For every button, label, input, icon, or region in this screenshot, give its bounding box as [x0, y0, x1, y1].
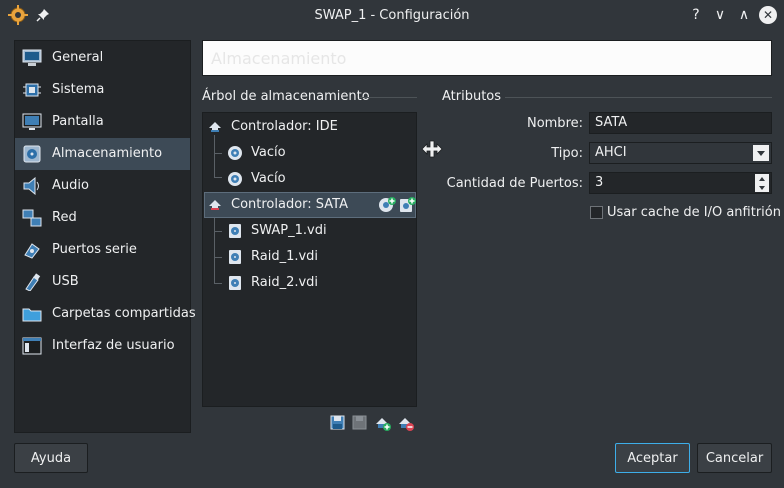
- sidebar-item-usb[interactable]: USB: [15, 266, 190, 298]
- sidebar-item-storage[interactable]: Almacenamiento: [15, 138, 190, 170]
- spin-up-icon[interactable]: [755, 174, 769, 183]
- add-hard-disk-icon[interactable]: [398, 196, 416, 214]
- page-title: Almacenamiento: [211, 49, 347, 68]
- sidebar-item-label: USB: [52, 274, 79, 289]
- monitor-general-icon: [22, 49, 42, 66]
- tree-item-label: Vacío: [251, 171, 286, 186]
- tree-item-label: Raid_1.vdi: [251, 249, 319, 264]
- add-attachment-icon[interactable]: [374, 414, 392, 432]
- sata-controller-icon: [209, 200, 221, 210]
- minimize-icon[interactable]: ∨: [711, 6, 729, 24]
- sidebar-item-general[interactable]: General: [15, 42, 190, 74]
- sidebar-item-label: Interfaz de usuario: [52, 338, 175, 353]
- sidebar-item-audio[interactable]: Audio: [15, 170, 190, 202]
- sidebar-item-label: Red: [52, 210, 77, 225]
- speaker-icon: [23, 177, 39, 195]
- hard-disk-image-icon: [229, 224, 241, 238]
- storage-tree-title: Árbol de almacenamiento: [202, 89, 370, 104]
- ports-label: Cantidad de Puertos:: [446, 176, 583, 191]
- usb-icon: [25, 273, 41, 291]
- display-icon: [22, 113, 42, 130]
- name-label: Nombre:: [526, 116, 583, 131]
- help-icon[interactable]: ?: [687, 6, 705, 24]
- sidebar-item-label: General: [52, 50, 104, 65]
- attributes-title: Atributos: [442, 89, 502, 104]
- sidebar-item-shared-folders[interactable]: Carpetas compartidas: [15, 298, 196, 330]
- add-optical-drive-icon[interactable]: [378, 196, 396, 214]
- settings-sidebar: General Sistema Pantalla Almacenamiento …: [14, 40, 196, 433]
- title-bar: SWAP_1 - Configuración ? ∨ ∧ ✕: [0, 0, 784, 31]
- chevron-down-icon[interactable]: [753, 145, 769, 161]
- network-icon: [22, 209, 42, 227]
- help-button[interactable]: Ayuda: [14, 443, 88, 473]
- tree-item-label: SWAP_1.vdi: [251, 223, 327, 238]
- type-label: Tipo:: [551, 146, 583, 161]
- page-header: Almacenamiento: [202, 40, 772, 76]
- optical-disc-icon: [228, 172, 242, 186]
- tree-item-label: Vacío: [251, 145, 286, 160]
- tree-item-ide-controller[interactable]: Controlador: IDE: [204, 115, 416, 139]
- sidebar-item-system[interactable]: Sistema: [15, 74, 190, 106]
- hard-disk-image-icon: [229, 250, 241, 264]
- add-controller-icon[interactable]: [329, 414, 347, 432]
- sidebar-item-label: Audio: [52, 178, 89, 193]
- hard-disk-image-icon: [229, 276, 241, 290]
- user-interface-icon: [22, 337, 42, 355]
- hard-disk-icon: [23, 145, 41, 163]
- tree-item-sata-controller[interactable]: Controlador: SATA: [204, 192, 416, 218]
- close-icon[interactable]: ✕: [759, 6, 777, 24]
- ports-value: 3: [595, 175, 604, 190]
- sidebar-item-label: Sistema: [52, 82, 105, 97]
- ports-stepper[interactable]: 3: [589, 172, 772, 194]
- storage-tree[interactable]: Controlador: IDE Vacío Vacío Controlador…: [202, 112, 417, 407]
- serial-port-icon: [24, 243, 40, 259]
- host-io-cache-label[interactable]: Usar cache de I/O anfitrión: [607, 205, 781, 220]
- group-divider: [359, 97, 417, 98]
- ide-controller-icon: [209, 122, 221, 132]
- sidebar-item-network[interactable]: Red: [15, 202, 190, 234]
- sidebar-item-label: Carpetas compartidas: [52, 306, 196, 321]
- type-select[interactable]: AHCI: [589, 142, 772, 164]
- shared-folder-icon: [22, 308, 42, 322]
- remove-attachment-icon[interactable]: [397, 414, 415, 432]
- tree-item-label: Controlador: IDE: [231, 119, 338, 134]
- remove-controller-icon[interactable]: [351, 414, 369, 432]
- tree-item-disk[interactable]: Raid_1.vdi: [204, 245, 416, 269]
- sidebar-item-serial-ports[interactable]: Puertos serie: [15, 234, 190, 266]
- sidebar-item-user-interface[interactable]: Interfaz de usuario: [15, 330, 190, 362]
- optical-disc-icon: [228, 146, 242, 160]
- accept-button[interactable]: Aceptar: [615, 443, 690, 473]
- cancel-button[interactable]: Cancelar: [697, 443, 772, 473]
- tree-item-optical-empty[interactable]: Vacío: [204, 141, 416, 165]
- window-title: SWAP_1 - Configuración: [314, 8, 470, 23]
- tree-item-disk[interactable]: SWAP_1.vdi: [204, 219, 416, 243]
- sidebar-item-label: Almacenamiento: [52, 146, 163, 161]
- sidebar-item-label: Pantalla: [52, 114, 104, 129]
- spin-down-icon[interactable]: [755, 183, 769, 192]
- chip-icon: [23, 83, 41, 97]
- tree-item-optical-empty[interactable]: Vacío: [204, 167, 416, 191]
- group-divider: [505, 97, 772, 98]
- tree-item-label: Raid_2.vdi: [251, 275, 319, 290]
- sidebar-item-label: Puertos serie: [52, 242, 137, 257]
- sidebar-item-display[interactable]: Pantalla: [15, 106, 190, 138]
- type-select-value: AHCI: [595, 145, 627, 160]
- name-field[interactable]: SATA: [589, 112, 772, 134]
- tree-item-disk[interactable]: Raid_2.vdi: [204, 271, 416, 295]
- maximize-icon[interactable]: ∧: [735, 6, 753, 24]
- tree-item-label: Controlador: SATA: [231, 197, 348, 212]
- host-io-cache-checkbox[interactable]: [590, 206, 603, 219]
